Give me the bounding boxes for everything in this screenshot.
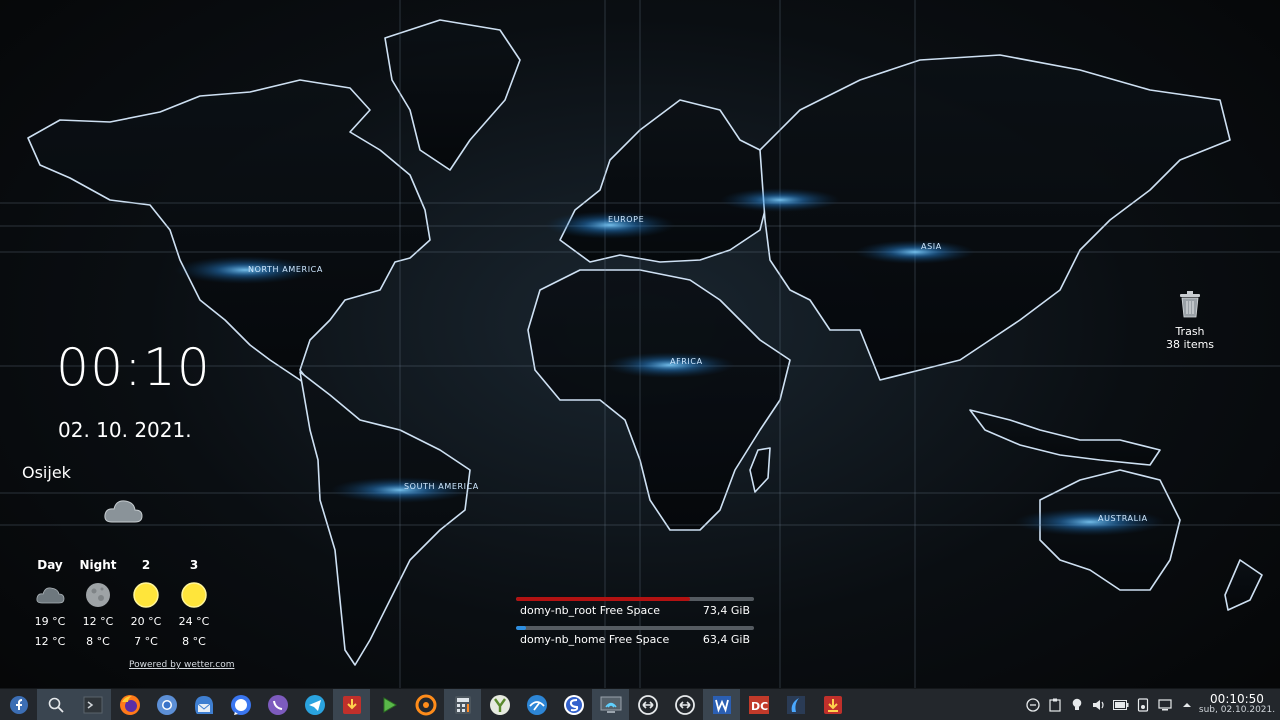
sync-icon-1[interactable] — [629, 689, 666, 720]
calculator-icon[interactable] — [444, 688, 481, 720]
forecast-low: 8 °C — [182, 635, 206, 648]
disk-free-value: 63,4 GiB — [702, 633, 750, 646]
disk-usage-home: domy-nb_home Free Space 63,4 GiB — [516, 626, 754, 646]
cloud-icon — [36, 587, 65, 604]
search-icon[interactable] — [37, 688, 74, 720]
trash-icon — [1180, 291, 1200, 318]
chromium-icon[interactable] — [148, 689, 185, 720]
label-europe: EUROPE — [608, 215, 644, 224]
y-app-icon[interactable] — [481, 689, 518, 720]
label-asia: ASIA — [921, 242, 942, 251]
sun-icon — [133, 582, 159, 608]
forecast-label: 2 — [141, 558, 151, 572]
forecast-day-3: 3 24 °C 8 °C — [170, 558, 218, 652]
trash-count: 38 items — [1165, 338, 1215, 351]
doublecmd-icon[interactable]: DC — [740, 689, 777, 720]
mail-client-icon[interactable] — [185, 689, 222, 720]
panel-clock[interactable]: 00:10:50 sub, 02.10.2021. — [1198, 693, 1280, 715]
fedora-menu-icon[interactable] — [0, 689, 37, 720]
label-south-america: SOUTH AMERICA — [404, 482, 479, 491]
forecast-high: 20 °C — [130, 615, 162, 628]
desktop-trash[interactable]: Trash 38 items — [1160, 290, 1220, 351]
network-app-icon[interactable] — [518, 689, 555, 720]
label-australia: AUSTRALIA — [1098, 514, 1148, 523]
system-tray: 00:10:50 sub, 02.10.2021. — [1022, 689, 1280, 720]
signal-icon[interactable] — [222, 689, 259, 720]
digital-clock-date: 02. 10. 2021. — [58, 418, 192, 442]
forecast-low: 8 °C — [86, 635, 110, 648]
weather-provider-link[interactable]: Powered by wetter.com — [129, 660, 234, 670]
simplenote-icon[interactable] — [555, 689, 592, 720]
viber-icon[interactable] — [259, 689, 296, 720]
sun-icon — [181, 582, 207, 608]
digital-clock-time: 00:10 — [56, 338, 211, 398]
disk-free-value: 73,4 GiB — [702, 604, 750, 617]
label-north-america: NORTH AMERICA — [248, 265, 323, 274]
disk-usage-root: domy-nb_root Free Space 73,4 GiB — [516, 597, 754, 617]
panel-clock-date: sub, 02.10.2021. — [1198, 705, 1276, 716]
label-africa: AFRICA — [670, 357, 703, 366]
telegram-icon[interactable] — [296, 689, 333, 720]
forecast-label: Day — [37, 558, 63, 572]
weather-forecast: Day 19 °C 12 °C Night 12 °C 8 °C 2 20 °C… — [26, 558, 218, 652]
bulb-icon[interactable] — [1066, 689, 1088, 720]
forecast-high: 24 °C — [178, 615, 210, 628]
taskbar-panel: DC 00:10:50 sub, 02.10.2021. — [0, 688, 1280, 720]
forecast-day-2: 2 20 °C 7 °C — [122, 558, 170, 652]
volume-icon[interactable] — [1088, 689, 1110, 720]
wireshark-icon[interactable] — [777, 689, 814, 720]
disk-name: domy-nb_root Free Space — [520, 604, 661, 617]
svg-text:DC: DC — [751, 700, 768, 713]
forecast-label: 3 — [189, 558, 199, 572]
moon-icon — [86, 583, 110, 607]
firefox-icon[interactable] — [111, 689, 148, 720]
sync-icon-2[interactable] — [666, 689, 703, 720]
display-icon[interactable] — [1154, 689, 1176, 720]
notifications-icon[interactable] — [1022, 689, 1044, 720]
disk-name: domy-nb_home Free Space — [520, 633, 670, 646]
download-manager-icon[interactable] — [814, 689, 851, 720]
word-icon[interactable] — [703, 688, 740, 720]
forecast-low: 7 °C — [134, 635, 158, 648]
usb-device-icon[interactable] — [1132, 689, 1154, 720]
forecast-label: Night — [79, 558, 117, 572]
remote-desktop-icon[interactable] — [592, 688, 629, 720]
clipboard-icon[interactable] — [1044, 689, 1066, 720]
forecast-high: 12 °C — [82, 615, 114, 628]
weather-city: Osijek — [22, 463, 71, 482]
trash-label: Trash — [1175, 325, 1205, 338]
forecast-high: 19 °C — [34, 615, 66, 628]
forecast-day: Day 19 °C 12 °C — [26, 558, 74, 652]
forecast-low: 12 °C — [34, 635, 66, 648]
media-player-icon[interactable] — [370, 689, 407, 720]
terminal-icon[interactable] — [74, 688, 111, 720]
downloader-icon[interactable] — [333, 688, 370, 720]
tray-expand-icon[interactable] — [1176, 689, 1198, 720]
forecast-night: Night 12 °C 8 °C — [74, 558, 122, 652]
xsane-icon[interactable] — [407, 689, 444, 720]
battery-icon[interactable] — [1110, 689, 1132, 720]
cloud-icon — [104, 500, 143, 523]
